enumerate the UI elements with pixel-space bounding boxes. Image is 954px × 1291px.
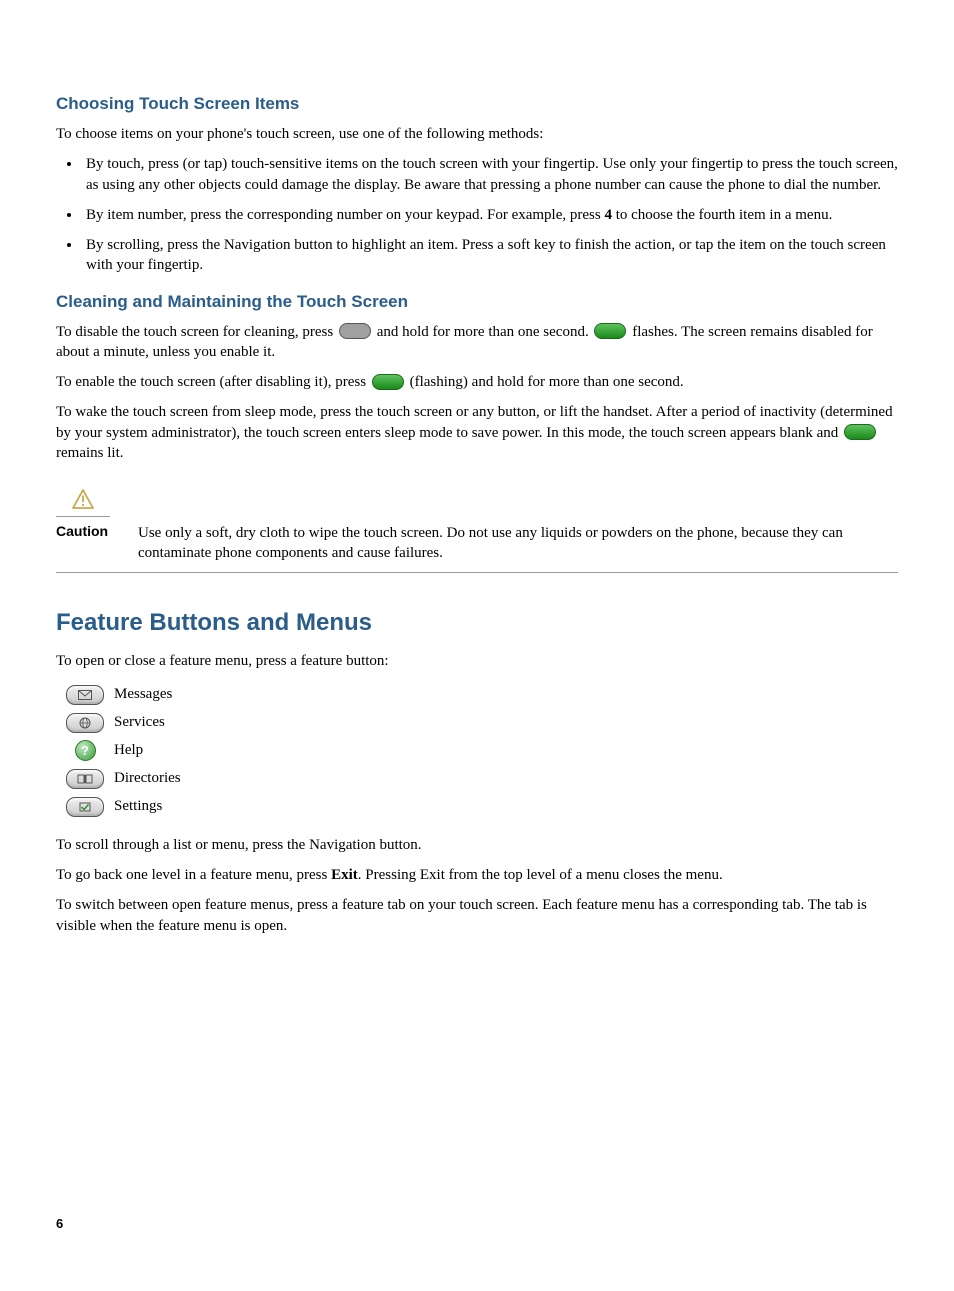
feature-label: Directories	[114, 770, 181, 787]
feature-label: Help	[114, 742, 143, 759]
caution-label: Caution	[56, 523, 138, 564]
feature-row-help: ? Help	[56, 737, 898, 765]
caution-text: Use only a soft, dry cloth to wipe the t…	[138, 523, 898, 564]
caution-block: Caution Use only a soft, dry cloth to wi…	[56, 489, 898, 573]
settings-button-icon	[66, 797, 104, 817]
feature-label: Services	[114, 714, 165, 731]
feature-row-services: Services	[56, 709, 898, 737]
paragraph: To choose items on your phone's touch sc…	[56, 124, 898, 144]
heading-cleaning: Cleaning and Maintaining the Touch Scree…	[56, 292, 898, 312]
paragraph: To wake the touch screen from sleep mode…	[56, 402, 898, 463]
bullet-list: By touch, press (or tap) touch-sensitive…	[56, 154, 898, 275]
document-page: Choosing Touch Screen Items To choose it…	[0, 0, 954, 1291]
paragraph: To open or close a feature menu, press a…	[56, 651, 898, 671]
list-item: By touch, press (or tap) touch-sensitive…	[82, 154, 898, 195]
caution-icon	[72, 489, 94, 514]
display-button-green-icon	[594, 323, 626, 339]
display-button-icon	[339, 323, 371, 339]
feature-label: Messages	[114, 686, 172, 703]
page-number: 6	[56, 1216, 898, 1231]
heading-feature-buttons: Feature Buttons and Menus	[56, 609, 898, 637]
feature-row-directories: Directories	[56, 765, 898, 793]
help-button-icon: ?	[75, 740, 96, 761]
messages-button-icon	[66, 685, 104, 705]
paragraph: To scroll through a list or menu, press …	[56, 835, 898, 855]
display-button-green-icon	[844, 424, 876, 440]
paragraph: To switch between open feature menus, pr…	[56, 895, 898, 936]
directories-button-icon	[66, 769, 104, 789]
display-button-green-icon	[372, 374, 404, 390]
services-button-icon	[66, 713, 104, 733]
feature-row-settings: Settings	[56, 793, 898, 821]
paragraph: To go back one level in a feature menu, …	[56, 865, 898, 885]
list-item: By scrolling, press the Navigation butto…	[82, 235, 898, 276]
feature-button-list: Messages Services ? Help Directories	[56, 681, 898, 821]
heading-choosing-items: Choosing Touch Screen Items	[56, 94, 898, 114]
paragraph: To enable the touch screen (after disabl…	[56, 372, 898, 392]
feature-label: Settings	[114, 798, 162, 815]
paragraph: To disable the touch screen for cleaning…	[56, 322, 898, 363]
list-item: By item number, press the corresponding …	[82, 205, 898, 225]
feature-row-messages: Messages	[56, 681, 898, 709]
